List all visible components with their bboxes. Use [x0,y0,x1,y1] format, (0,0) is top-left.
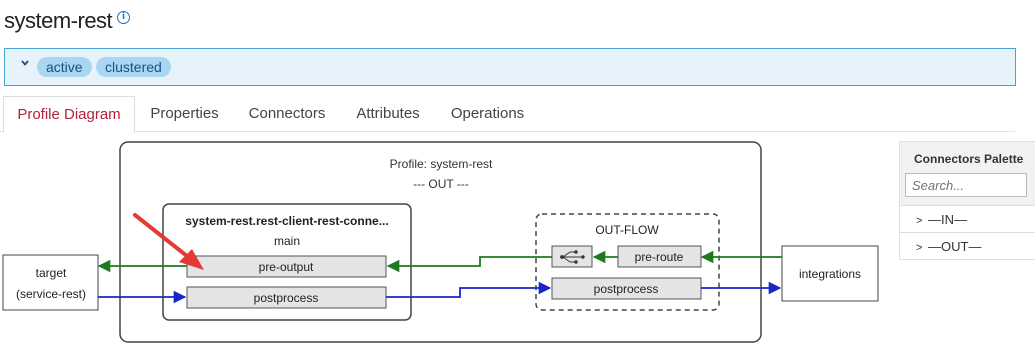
status-bar: active clustered [4,48,1016,86]
target-sublabel: (service-rest) [16,287,86,301]
tab-connectors[interactable]: Connectors [237,96,337,131]
palette-item-label: —IN— [928,212,967,227]
palette-item-out[interactable]: > —OUT— [900,232,1035,259]
palette-item-in[interactable]: > —IN— [900,205,1035,233]
connectors-palette: Connectors Palette > —IN— > —OUT— [899,141,1035,260]
outflow-title: OUT-FLOW [595,223,659,237]
tab-attributes[interactable]: Attributes [343,96,433,131]
tab-properties[interactable]: Properties [137,96,232,131]
info-icon[interactable]: i [117,11,130,24]
page-title: system-rest [4,8,113,33]
tab-operations[interactable]: Operations [439,96,536,131]
status-badge-clustered: clustered [96,57,171,77]
pre-route-label: pre-route [635,250,684,264]
palette-search-input[interactable] [905,173,1027,197]
chevron-right-icon: > [916,242,923,254]
tab-bar: Profile Diagram Properties Connectors At… [0,96,1015,133]
palette-item-label: —OUT— [928,239,982,254]
palette-title: Connectors Palette [914,152,1024,166]
outflow-postprocess-label: postprocess [594,282,659,296]
integrations-label: integrations [799,267,861,281]
postprocess-label: postprocess [254,291,319,305]
connector-subtitle: main [274,234,300,248]
chevron-down-icon[interactable] [21,59,29,67]
profile-title: Profile: system-rest [390,157,493,171]
target-node[interactable] [2,254,99,311]
connector-title: system-rest.rest-client-rest-conne... [185,214,388,228]
status-badge-active: active [37,57,92,77]
target-label: target [36,266,67,280]
pre-output-label: pre-output [259,260,314,274]
profile-diagram: Profile: system-rest --- OUT --- system-… [2,141,879,343]
tab-profile-diagram[interactable]: Profile Diagram [3,96,135,133]
profile-subtitle: --- OUT --- [413,177,469,191]
chevron-right-icon: > [916,215,923,227]
